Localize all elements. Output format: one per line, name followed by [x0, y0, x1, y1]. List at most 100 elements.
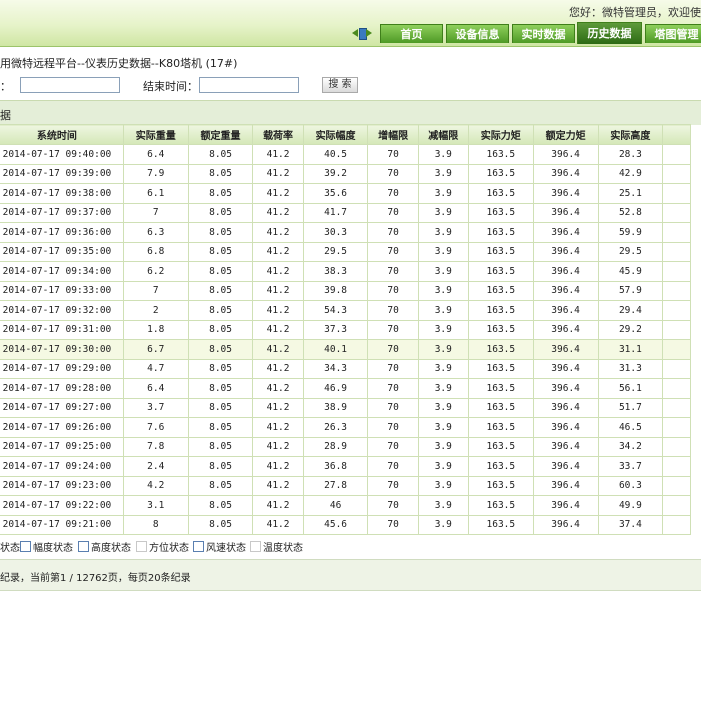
start-time-input[interactable] — [20, 77, 120, 93]
table-cell: 70 — [367, 280, 419, 301]
table-cell: 6.4 — [122, 378, 189, 399]
table-cell: 3.9 — [417, 222, 469, 243]
status-check-item[interactable]: 高度状态 — [78, 539, 131, 554]
table-cell: 3.9 — [417, 495, 469, 516]
checkbox-label: 高度状态 — [91, 543, 131, 554]
table-cell: 163.5 — [467, 300, 534, 321]
table-cell — [662, 183, 691, 204]
col-rated-moment: 额定力矩 — [532, 124, 599, 145]
table-cell: 70 — [367, 358, 419, 379]
end-time-label: 结束时间： — [143, 80, 198, 93]
col-range-up-limit: 增幅限 — [367, 124, 419, 145]
table-cell: 70 — [367, 436, 419, 457]
table-cell: 41.2 — [252, 222, 304, 243]
table-cell — [662, 241, 691, 262]
end-time-input[interactable] — [199, 77, 299, 93]
checkbox[interactable] — [250, 541, 261, 552]
table-cell — [662, 475, 691, 496]
table-cell: 3.9 — [417, 456, 469, 477]
table-cell: 3.9 — [417, 261, 469, 282]
table-cell: 41.2 — [252, 378, 304, 399]
table-cell: 70 — [367, 183, 419, 204]
table-cell: 46 — [302, 495, 369, 516]
table-cell: 41.2 — [252, 514, 304, 535]
table-row: 2014-07-17 09:23:00 4.2 8.05 41.2 27.8 70 3.9 1… — [0, 475, 691, 496]
table-cell: 3.9 — [417, 319, 469, 340]
table-cell: 70 — [367, 222, 419, 243]
search-button[interactable]: 搜 索 — [322, 77, 358, 93]
table-cell: 8.05 — [187, 183, 254, 204]
table-cell: 396.4 — [532, 339, 599, 360]
table-row: 2014-07-17 09:32:00 2 8.05 41.2 54.3 70 3.9 163… — [0, 300, 691, 321]
table-cell: 7 — [122, 280, 189, 301]
table-cell — [662, 456, 691, 477]
table-row: 2014-07-17 09:22:00 3.1 8.05 41.2 46 70 3.9 163… — [0, 495, 691, 516]
table-cell: 39.8 — [302, 280, 369, 301]
table-cell: 396.4 — [532, 319, 599, 340]
checkbox-label: 方位状态 — [149, 543, 189, 554]
table-cell: 54.3 — [302, 300, 369, 321]
tab-map-management[interactable]: 塔图管理 — [645, 24, 701, 43]
table-cell: 29.5 — [302, 241, 369, 262]
table-cell: 163.5 — [467, 183, 534, 204]
table-cell: 8 — [122, 514, 189, 535]
table-cell: 45.6 — [302, 514, 369, 535]
table-cell: 396.4 — [532, 261, 599, 282]
table-cell: 163.5 — [467, 358, 534, 379]
welcome-text: 您好：微特管理员，欢迎使 — [569, 6, 701, 19]
table-cell: 7 — [122, 202, 189, 223]
status-check-item[interactable]: 风速状态 — [193, 539, 246, 554]
status-check-item[interactable]: 幅度状态 — [20, 539, 73, 554]
table-cell: 3.9 — [417, 202, 469, 223]
table-cell: 1.8 — [122, 319, 189, 340]
table-cell: 6.3 — [122, 222, 189, 243]
table-cell: 396.4 — [532, 495, 599, 516]
search-bar: ： 结束时间： 搜 索 — [0, 77, 701, 93]
table-cell: 2014-07-17 09:39:00 — [0, 163, 124, 184]
table-cell: 396.4 — [532, 222, 599, 243]
tab-device-info[interactable]: 设备信息 — [446, 24, 509, 43]
table-cell — [662, 417, 691, 438]
table-cell: 41.7 — [302, 202, 369, 223]
table-cell: 3.9 — [417, 241, 469, 262]
checkbox[interactable] — [20, 541, 31, 552]
col-actual-range: 实际幅度 — [302, 124, 369, 145]
table-cell: 8.05 — [187, 280, 254, 301]
checkbox[interactable] — [78, 541, 89, 552]
status-check-item[interactable]: 方位状态 — [136, 539, 189, 554]
table-cell: 3.9 — [417, 475, 469, 496]
table-cell: 28.9 — [302, 436, 369, 457]
table-cell: 2014-07-17 09:40:00 — [0, 144, 124, 165]
table-cell: 163.5 — [467, 222, 534, 243]
table-cell: 163.5 — [467, 436, 534, 457]
table-row: 2014-07-17 09:29:00 4.7 8.05 41.2 34.3 70 3.9 1… — [0, 358, 691, 379]
table-cell: 6.7 — [122, 339, 189, 360]
tab-home[interactable]: 首页 — [380, 24, 443, 43]
table-cell: 8.05 — [187, 358, 254, 379]
table-cell: 70 — [367, 319, 419, 340]
tab-realtime-data[interactable]: 实时数据 — [512, 24, 575, 43]
page-title: 用微特远程平台--仪表历史数据--K80塔机 (17#) — [0, 57, 238, 70]
table-cell: 41.2 — [252, 280, 304, 301]
table-cell: 2014-07-17 09:37:00 — [0, 202, 124, 223]
table-cell: 2014-07-17 09:25:00 — [0, 436, 124, 457]
table-cell: 396.4 — [532, 456, 599, 477]
table-row: 2014-07-17 09:30:00 6.7 8.05 41.2 40.1 70 3.9 1… — [0, 339, 691, 360]
table-cell: 2014-07-17 09:27:00 — [0, 397, 124, 418]
table-cell: 3.9 — [417, 300, 469, 321]
status-check-item[interactable]: 温度状态 — [250, 539, 303, 554]
table-cell: 7.9 — [122, 163, 189, 184]
table-cell: 163.5 — [467, 163, 534, 184]
table-row: 2014-07-17 09:28:00 6.4 8.05 41.2 46.9 70 3.9 1… — [0, 378, 691, 399]
table-cell — [662, 339, 691, 360]
table-cell: 52.8 — [597, 202, 664, 223]
nav-arrows-icon[interactable] — [350, 26, 374, 40]
table-cell: 59.9 — [597, 222, 664, 243]
status-check-item[interactable]: 状态 — [0, 539, 20, 554]
table-cell: 35.6 — [302, 183, 369, 204]
panel-title: 据 — [0, 109, 11, 122]
checkbox[interactable] — [193, 541, 204, 552]
table-cell: 39.2 — [302, 163, 369, 184]
tab-history-data[interactable]: 历史数据 — [577, 22, 642, 44]
checkbox[interactable] — [136, 541, 147, 552]
